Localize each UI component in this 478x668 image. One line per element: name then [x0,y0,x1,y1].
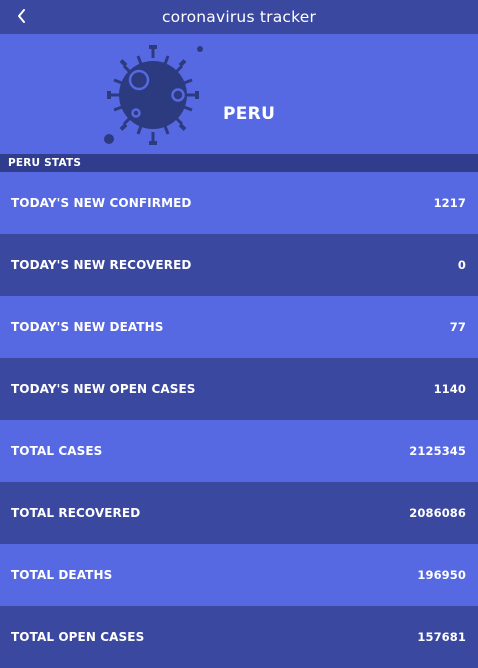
stat-label: TOTAL RECOVERED [11,506,141,520]
stat-value: 196950 [417,568,466,582]
stat-row: TOTAL CASES 2125345 [0,420,478,482]
country-hero: PERU [0,34,478,154]
stat-value: 2086086 [409,506,466,520]
stat-value: 157681 [417,630,466,644]
stat-label: TODAY'S NEW CONFIRMED [11,196,192,210]
stat-value: 2125345 [409,444,466,458]
back-button[interactable] [12,5,32,27]
stat-row: TOTAL OPEN CASES 157681 [0,606,478,668]
stat-row: TODAY'S NEW OPEN CASES 1140 [0,358,478,420]
stat-label: TOTAL OPEN CASES [11,630,145,644]
stat-label: TODAY'S NEW OPEN CASES [11,382,196,396]
stat-label: TODAY'S NEW DEATHS [11,320,164,334]
chevron-left-icon [18,9,25,23]
stat-value: 1217 [433,196,466,210]
section-header: PERU STATS [0,154,478,172]
app-title: coronavirus tracker [161,8,317,26]
stat-row: TODAY'S NEW CONFIRMED 1217 [0,172,478,234]
stat-row: TODAY'S NEW DEATHS 77 [0,296,478,358]
stat-label: TODAY'S NEW RECOVERED [11,258,192,272]
stats-list: TODAY'S NEW CONFIRMED 1217 TODAY'S NEW REC… [0,172,478,668]
country-name: PERU [223,104,276,124]
stat-row: TOTAL RECOVERED 2086086 [0,482,478,544]
stat-value: 0 [457,258,466,272]
stat-value: 77 [449,320,466,334]
app-bar: coronavirus tracker [0,0,478,34]
stat-row: TODAY'S NEW RECOVERED 0 [0,234,478,296]
stat-value: 1140 [433,382,466,396]
virus-icon [104,45,203,145]
stat-row: TOTAL DEATHS 196950 [0,544,478,606]
stat-label: TOTAL DEATHS [11,568,113,582]
stat-label: TOTAL CASES [11,444,103,458]
